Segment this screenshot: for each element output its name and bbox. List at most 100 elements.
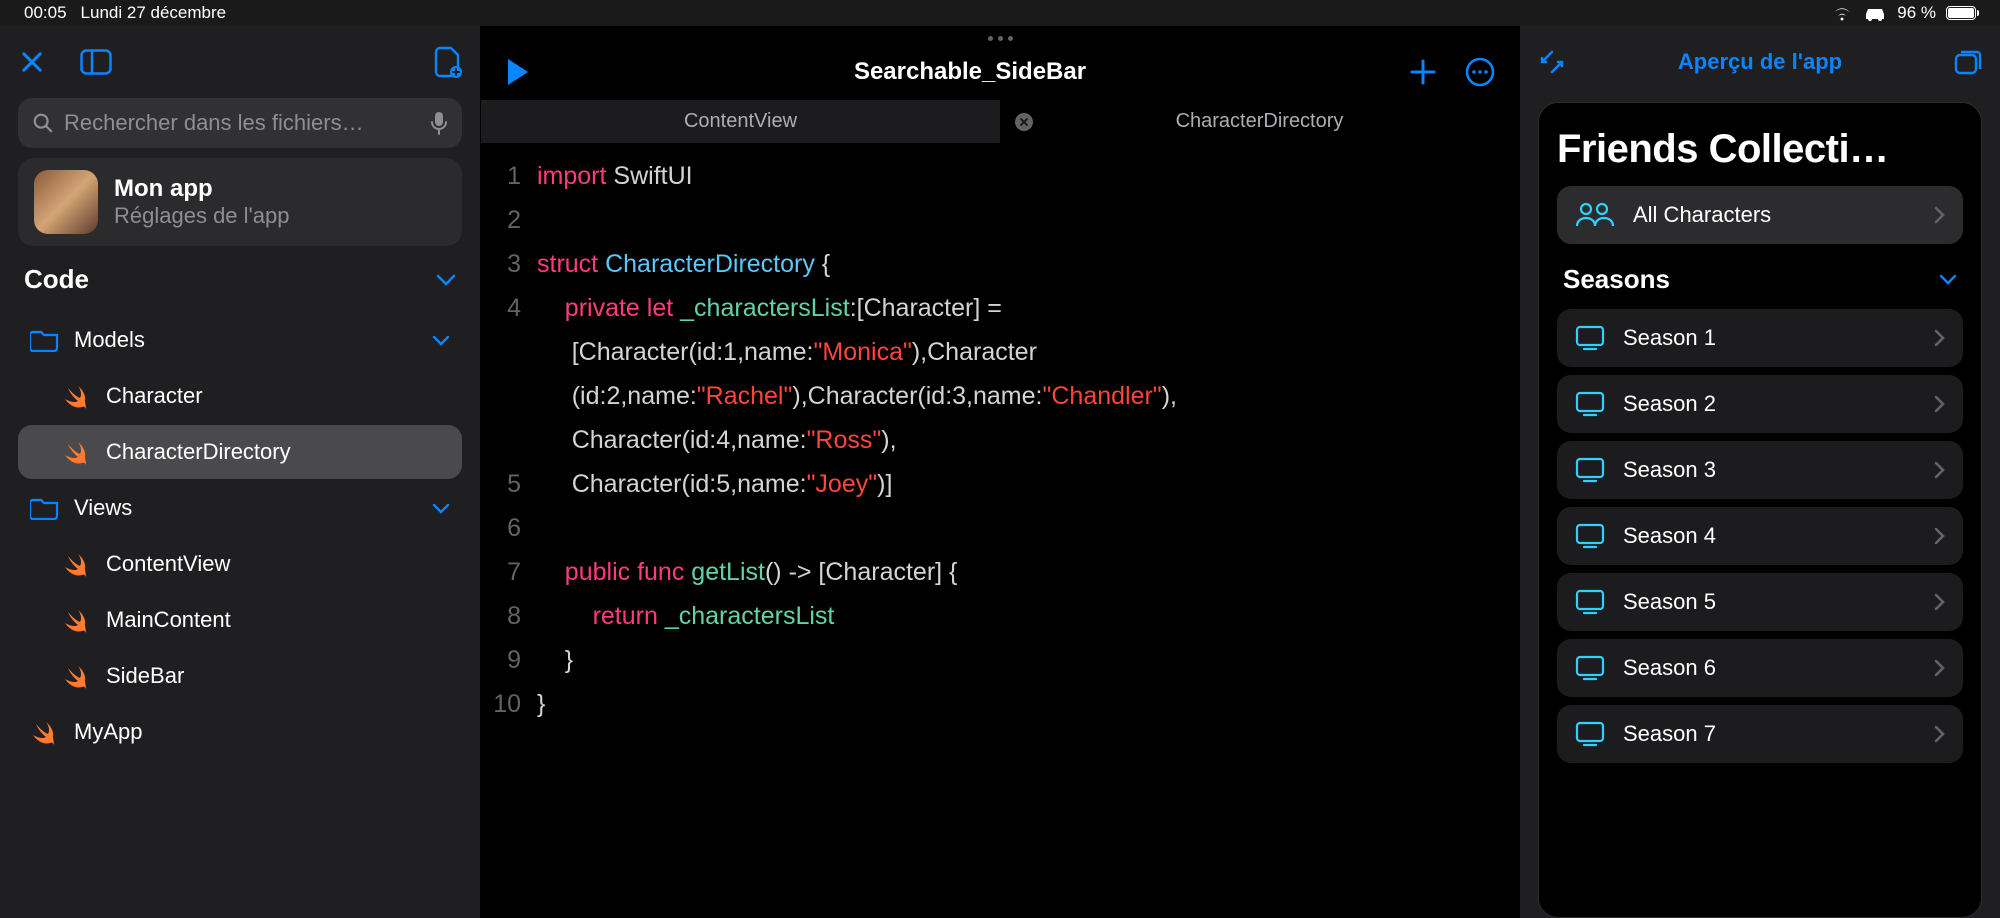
drag-handle-icon[interactable]	[481, 26, 1519, 44]
tv-icon	[1575, 655, 1605, 681]
more-options-icon[interactable]	[1465, 57, 1495, 87]
chevron-right-icon	[1934, 725, 1945, 743]
tv-icon	[1575, 523, 1605, 549]
season-row[interactable]: Season 5	[1557, 573, 1963, 631]
file-sidebar[interactable]: SideBar	[18, 649, 462, 703]
file-my-app[interactable]: MyApp	[18, 705, 462, 759]
editor-panel: Searchable_SideBar ContentView Character…	[480, 26, 1520, 918]
chevron-right-icon	[1934, 206, 1945, 224]
chevron-right-icon	[1934, 329, 1945, 347]
season-label: Season 5	[1623, 589, 1716, 615]
app-card-subtitle: Réglages de l'app	[114, 203, 289, 229]
chevron-right-icon	[1934, 395, 1945, 413]
seasons-label: Seasons	[1563, 264, 1670, 295]
navigator-panel: Mon app Réglages de l'app Code Models	[0, 26, 480, 918]
folder-views[interactable]: Views	[18, 481, 462, 535]
chevron-down-icon	[432, 503, 450, 514]
new-file-icon[interactable]	[434, 46, 462, 78]
season-row[interactable]: Season 7	[1557, 705, 1963, 763]
windows-icon[interactable]	[1954, 49, 1982, 75]
status-date: Lundi 27 décembre	[81, 3, 227, 23]
preview-heading: Friends Collecti…	[1557, 127, 1963, 172]
expand-preview-icon[interactable]	[1538, 48, 1566, 76]
season-list: Season 1 Season 2 Season 3 Season 4 Seas…	[1557, 309, 1963, 763]
folder-models[interactable]: Models	[18, 313, 462, 367]
chevron-right-icon	[1934, 659, 1945, 677]
season-row[interactable]: Season 4	[1557, 507, 1963, 565]
chevron-right-icon	[1934, 593, 1945, 611]
season-label: Season 3	[1623, 457, 1716, 483]
battery-icon	[1946, 6, 1976, 20]
swift-file-icon	[62, 661, 92, 691]
chevron-down-icon	[436, 274, 456, 286]
folder-label: Views	[74, 495, 132, 521]
status-time: 00:05	[24, 3, 67, 23]
tab-character-directory[interactable]: CharacterDirectory	[1000, 100, 1519, 143]
chevron-down-icon	[432, 335, 450, 346]
file-label: SideBar	[106, 663, 184, 689]
file-content-view[interactable]: ContentView	[18, 537, 462, 591]
chevron-down-icon	[1939, 274, 1957, 285]
season-row[interactable]: Season 3	[1557, 441, 1963, 499]
app-settings-card[interactable]: Mon app Réglages de l'app	[18, 158, 462, 246]
close-icon[interactable]	[18, 48, 46, 76]
season-label: Season 1	[1623, 325, 1716, 351]
sidebar-toggle-icon[interactable]	[80, 49, 112, 75]
search-input-container[interactable]	[18, 98, 462, 148]
file-label: Character	[106, 383, 203, 409]
search-input[interactable]	[64, 110, 420, 136]
tv-icon	[1575, 589, 1605, 615]
file-label: MyApp	[74, 719, 142, 745]
swift-file-icon	[30, 717, 60, 747]
season-label: Season 4	[1623, 523, 1716, 549]
swift-file-icon	[62, 381, 92, 411]
app-icon	[34, 170, 98, 234]
status-bar: 00:05 Lundi 27 décembre 96 %	[0, 0, 2000, 26]
file-label: CharacterDirectory	[106, 439, 291, 465]
search-icon	[32, 112, 54, 134]
folder-label: Models	[74, 327, 145, 353]
all-characters-label: All Characters	[1633, 202, 1771, 228]
mic-icon[interactable]	[430, 111, 448, 135]
file-main-content[interactable]: MainContent	[18, 593, 462, 647]
file-label: MainContent	[106, 607, 231, 633]
editor-tabs: ContentView CharacterDirectory	[481, 100, 1519, 144]
code-section-header[interactable]: Code	[18, 256, 462, 303]
file-label: ContentView	[106, 551, 230, 577]
seasons-section-header[interactable]: Seasons	[1557, 258, 1963, 295]
tab-label: CharacterDirectory	[1176, 110, 1344, 133]
season-row[interactable]: Season 2	[1557, 375, 1963, 433]
chevron-right-icon	[1934, 461, 1945, 479]
folder-icon	[30, 328, 60, 352]
battery-pct: 96 %	[1897, 3, 1936, 23]
code-editor[interactable]: 1 2 3 4 5 6 7 8 9 10 import SwiftUI stru…	[481, 144, 1519, 918]
add-button[interactable]	[1409, 58, 1437, 86]
tv-icon	[1575, 721, 1605, 747]
all-characters-row[interactable]: All Characters	[1557, 186, 1963, 244]
app-card-title: Mon app	[114, 175, 289, 203]
season-row[interactable]: Season 6	[1557, 639, 1963, 697]
run-button[interactable]	[505, 57, 531, 87]
project-title: Searchable_SideBar	[549, 58, 1391, 86]
carplay-icon	[1863, 5, 1887, 21]
tv-icon	[1575, 391, 1605, 417]
code-section-label: Code	[24, 264, 89, 295]
preview-panel: Aperçu de l'app Friends Collecti… All Ch…	[1520, 26, 2000, 918]
chevron-right-icon	[1934, 527, 1945, 545]
preview-title: Aperçu de l'app	[1678, 49, 1842, 75]
swift-file-icon	[62, 437, 92, 467]
code-body[interactable]: import SwiftUI struct CharacterDirectory…	[537, 154, 1519, 918]
folder-icon	[30, 496, 60, 520]
swift-file-icon	[62, 605, 92, 635]
tv-icon	[1575, 325, 1605, 351]
file-character[interactable]: Character	[18, 369, 462, 423]
tv-icon	[1575, 457, 1605, 483]
wifi-icon	[1831, 5, 1853, 21]
season-row[interactable]: Season 1	[1557, 309, 1963, 367]
people-icon	[1575, 202, 1615, 228]
line-gutter: 1 2 3 4 5 6 7 8 9 10	[481, 154, 537, 918]
tab-content-view[interactable]: ContentView	[481, 100, 1000, 143]
app-preview: Friends Collecti… All Characters Seasons	[1538, 102, 1982, 918]
close-tab-icon[interactable]	[1014, 112, 1034, 132]
file-character-directory[interactable]: CharacterDirectory	[18, 425, 462, 479]
